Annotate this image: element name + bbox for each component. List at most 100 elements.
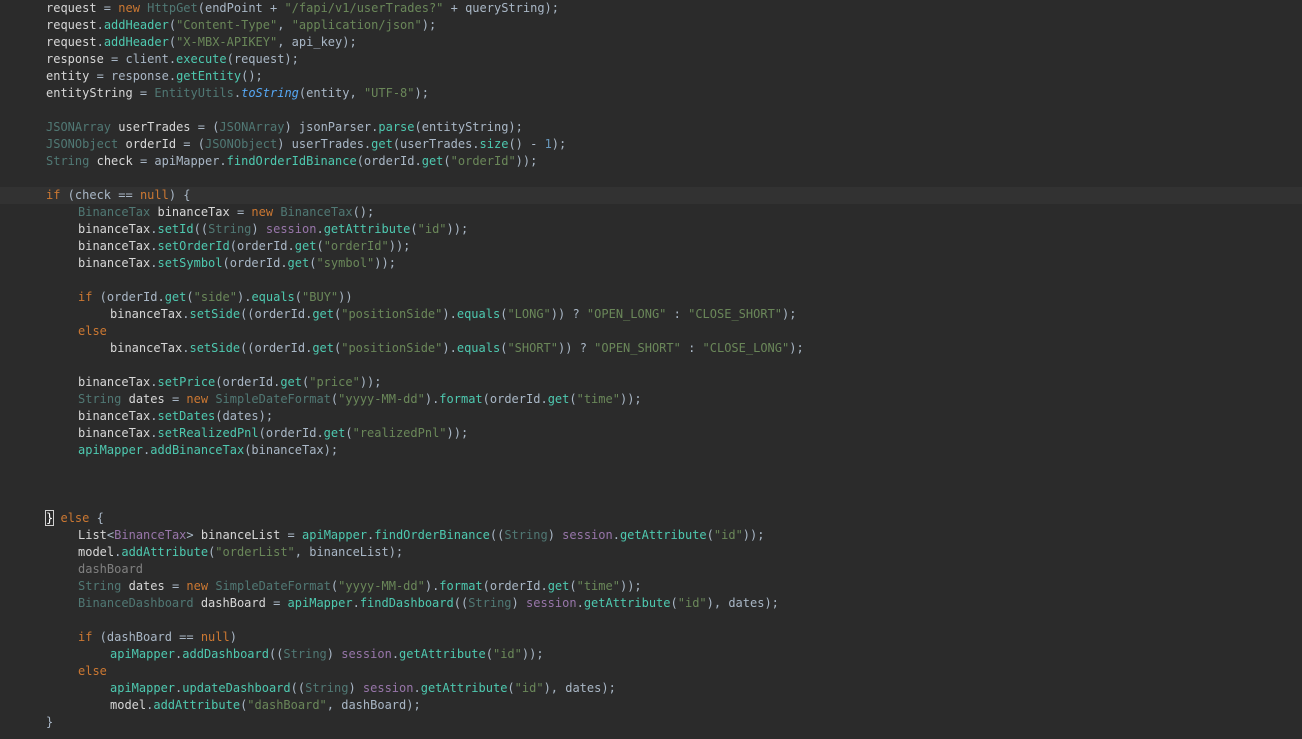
code-line[interactable] (0, 493, 1302, 510)
code-token-str: "id" (492, 647, 522, 661)
code-token-method: addAttribute (121, 545, 209, 559)
code-line[interactable]: request = new HttpGet(endPoint + "/fapi/… (0, 0, 1302, 17)
code-line[interactable] (0, 476, 1302, 493)
code-token-method: apiMapper (110, 647, 176, 661)
code-token-method: getAttribute (619, 528, 707, 542)
code-line[interactable]: JSONObject orderId = (JSONObject) userTr… (0, 136, 1302, 153)
code-token-plain: ); (789, 341, 804, 355)
code-line[interactable]: dashBoard (0, 561, 1302, 578)
code-token-plain: ) (326, 647, 342, 661)
code-line[interactable]: entityString = EntityUtils.toString(enti… (0, 85, 1302, 102)
code-token-method: get (421, 154, 444, 168)
code-line[interactable]: request.addHeader("Content-Type", "appli… (0, 17, 1302, 34)
code-line[interactable]: apiMapper.addBinanceTax(binanceTax); (0, 442, 1302, 459)
code-line[interactable]: binanceTax.setPrice(orderId.get("price")… (0, 374, 1302, 391)
code-token-plain: ), dates); (543, 681, 616, 695)
code-token-plain: )); (446, 222, 469, 236)
code-token-plain: (userTrades. (392, 137, 480, 151)
code-line[interactable]: binanceTax.setOrderId(orderId.get("order… (0, 238, 1302, 255)
code-token-plain: ); (551, 137, 567, 151)
code-line[interactable]: List<BinanceTax> binanceList = apiMapper… (0, 527, 1302, 544)
code-token-method: addBinanceTax (150, 443, 245, 457)
code-token-var: binanceTax (78, 426, 151, 440)
code-token-str: "CLOSE_SHORT" (688, 307, 783, 321)
code-token-method: setRealizedPnl (157, 426, 259, 440)
code-editor[interactable]: request = new HttpGet(endPoint + "/fapi/… (0, 0, 1302, 739)
code-token-var: request (46, 35, 97, 49)
code-line[interactable]: if (check == null) { (0, 187, 1302, 204)
code-line[interactable]: binanceTax.setSide((orderId.get("positio… (0, 306, 1302, 323)
code-line[interactable] (0, 170, 1302, 187)
code-token-plain: . (96, 18, 104, 32)
code-token-str: "OPEN_LONG" (586, 307, 667, 321)
code-line[interactable]: BinanceTax binanceTax = new BinanceTax()… (0, 204, 1302, 221)
code-line[interactable]: model.addAttribute("dashBoard", dashBoar… (0, 697, 1302, 714)
code-token-type: BinanceTax (280, 205, 353, 219)
code-token-method: setPrice (157, 375, 216, 389)
code-token-str: "LONG" (507, 307, 551, 321)
code-token-str: "realizedPnl" (352, 426, 447, 440)
code-line[interactable]: binanceTax.setSide((orderId.get("positio… (0, 340, 1302, 357)
code-line[interactable]: entity = response.getEntity(); (0, 68, 1302, 85)
code-line[interactable]: model.addAttribute("orderList", binanceL… (0, 544, 1302, 561)
code-token-plain: , binanceList); (294, 545, 404, 559)
code-token-plain: (orderId. (92, 290, 165, 304)
code-token-kw: else (78, 324, 107, 338)
code-line[interactable] (0, 272, 1302, 289)
code-token-var: request (46, 18, 97, 32)
code-line[interactable]: else (0, 323, 1302, 340)
code-line[interactable]: String dates = new SimpleDateFormat ("yyy… (0, 578, 1302, 595)
code-token-plain: (( (290, 681, 306, 695)
code-token-type: String (283, 647, 327, 661)
code-token-plain: )); (742, 528, 765, 542)
code-token-kw: if (78, 630, 93, 644)
code-token-kw: if (46, 188, 61, 202)
code-token-plain: )) ? (558, 341, 595, 355)
code-line[interactable] (0, 459, 1302, 476)
code-token-plain: ); (782, 307, 797, 321)
code-line[interactable] (0, 612, 1302, 629)
code-line[interactable]: response = client.execute(request); (0, 51, 1302, 68)
code-token-var: binanceTax (78, 409, 151, 423)
code-token-plain: ) (229, 630, 237, 644)
code-line[interactable]: } else { (0, 510, 1302, 527)
code-line[interactable]: String check = apiMapper.findOrderIdBina… (0, 153, 1302, 170)
code-token-method: get (547, 579, 570, 593)
code-line[interactable]: if (orderId.get("side").equals("BUY")) (0, 289, 1302, 306)
code-token-field: session (362, 681, 414, 695)
code-line[interactable]: BinanceDashboard dashBoard = apiMapper.f… (0, 595, 1302, 612)
code-line[interactable]: JSONArray userTrades = (JSONArray) jsonP… (0, 119, 1302, 136)
code-token-type: JSONArray (219, 120, 285, 134)
code-token-str: "yyyy-MM-dd" (338, 392, 425, 406)
code-line[interactable] (0, 357, 1302, 374)
code-line[interactable]: binanceTax.setRealizedPnl(orderId.get("r… (0, 425, 1302, 442)
code-line[interactable]: else (0, 663, 1302, 680)
code-line[interactable]: binanceTax.setId((String) session.getAtt… (0, 221, 1302, 238)
code-line[interactable]: apiMapper. updateDashboard((String) sessi… (0, 680, 1302, 697)
code-token-str: "id" (514, 681, 544, 695)
code-token-plain: ) (251, 222, 266, 236)
code-line[interactable] (0, 102, 1302, 119)
code-token-var: dates (128, 392, 165, 406)
code-token-str: "OPEN_SHORT" (594, 341, 681, 355)
code-token-plain: ( (569, 579, 577, 593)
code-token-type: JSONObject (204, 137, 278, 151)
code-token-plain: ), dates); (706, 596, 779, 610)
code-token-var: List (78, 528, 107, 542)
code-token-plain: ( (294, 290, 303, 304)
code-token-comment: dashBoard (78, 562, 144, 576)
code-line[interactable]: binanceTax.setDates(dates); (0, 408, 1302, 425)
code-line[interactable]: String dates = new SimpleDateFormat ("yyy… (0, 391, 1302, 408)
code-line[interactable]: apiMapper.addDashboard((String) session.… (0, 646, 1302, 663)
code-line[interactable]: } (0, 714, 1302, 731)
code-token-plain: ((orderId. (240, 341, 313, 355)
code-line[interactable]: binanceTax.setSymbol(orderId.get("symbol… (0, 255, 1302, 272)
code-line[interactable]: if (dashBoard == null) (0, 629, 1302, 646)
code-token-var: entityString (46, 86, 133, 100)
code-token-method: findOrderIdBinance (226, 154, 357, 168)
code-line[interactable]: request.addHeader("X-MBX-APIKEY", api_ke… (0, 34, 1302, 51)
code-token-plain: . (352, 596, 360, 610)
code-token-str: "SHORT" (507, 341, 559, 355)
